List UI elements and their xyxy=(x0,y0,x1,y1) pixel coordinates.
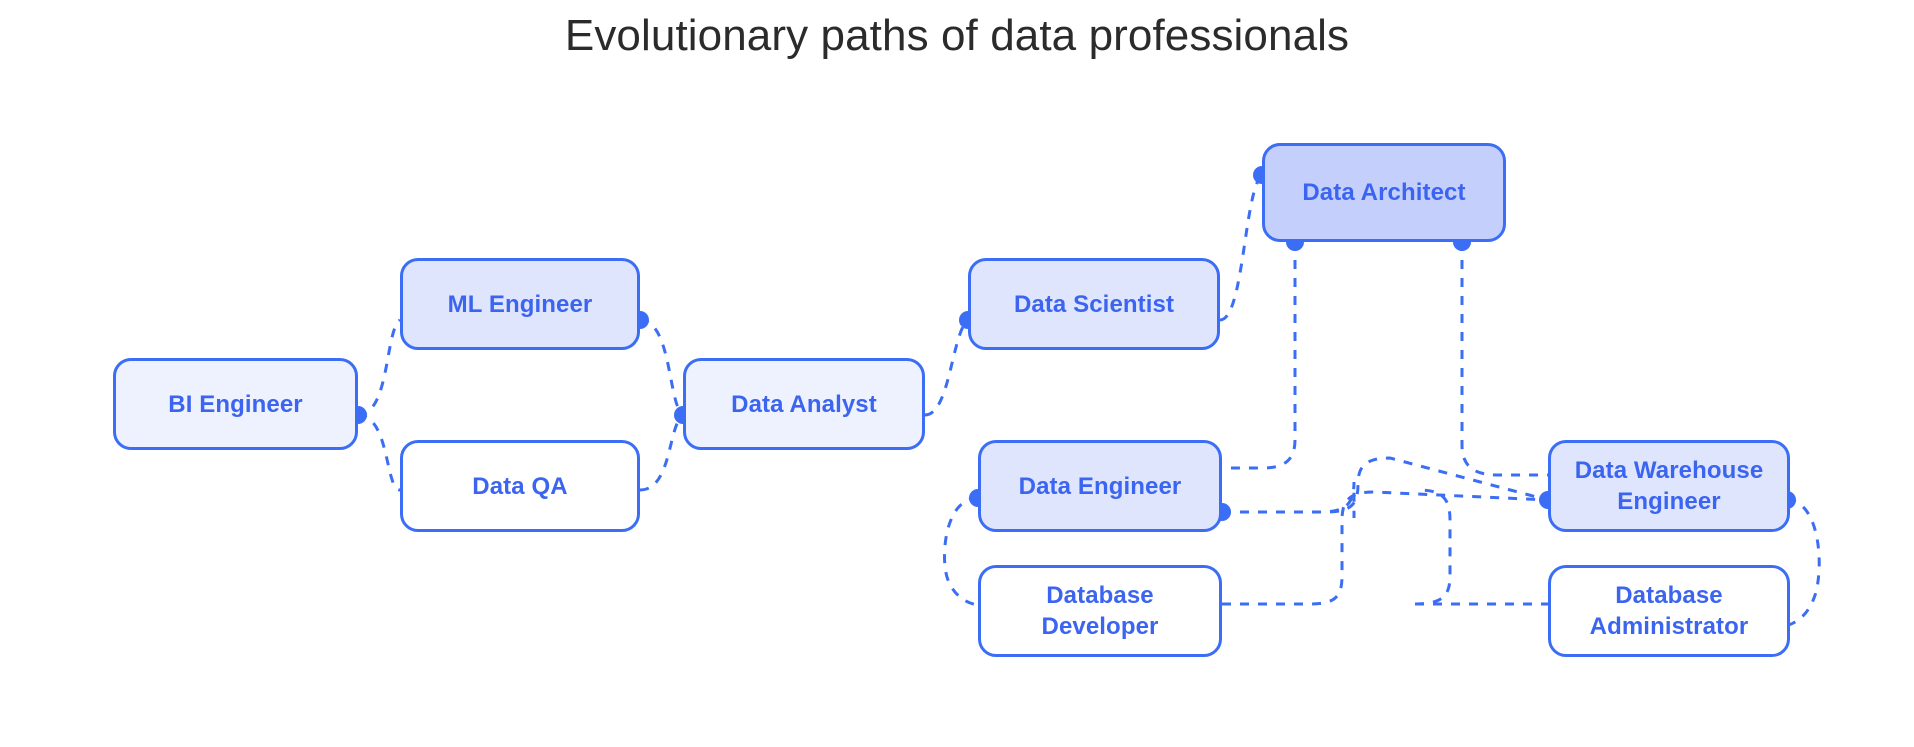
node-data-scientist[interactable]: Data Scientist xyxy=(968,258,1220,350)
edge-data-architect-to-data-engineer xyxy=(1225,242,1297,470)
page-title: Evolutionary paths of data professionals xyxy=(564,11,1350,60)
diagram-canvas: Evolutionary paths of data professionals xyxy=(0,0,1914,747)
node-label: Data QA xyxy=(472,472,568,500)
node-label: Data Warehouse Engineer xyxy=(1574,457,1764,515)
node-label: Data Architect xyxy=(1302,179,1466,206)
edge-ml-engineer-to-data-analyst xyxy=(639,318,685,417)
edge-data-architect-to-data-warehouse-engineer xyxy=(1460,242,1548,477)
edge-data-scientist-to-data-architect xyxy=(1219,173,1264,322)
edge-data-qa-to-data-analyst xyxy=(639,413,685,492)
edge-data-engineer-to-data-warehouse-engineer xyxy=(1222,481,1356,518)
edge-database-developer-to-data-warehouse-engineer xyxy=(1222,490,1549,606)
edge-into-database-administrator-riser xyxy=(1414,488,1452,606)
node-label: Database Administrator xyxy=(1589,582,1749,640)
node-data-warehouse-engineer[interactable]: Data Warehouse Engineer xyxy=(1548,440,1790,532)
node-label: ML Engineer xyxy=(447,290,593,318)
edge-bi-engineer-to-data-qa xyxy=(357,413,401,492)
node-bi-engineer[interactable]: BI Engineer xyxy=(113,358,358,450)
node-database-developer[interactable]: Database Developer xyxy=(978,565,1222,657)
node-label: BI Engineer xyxy=(168,390,303,418)
edge-data-engineer-to-data-warehouse-engineer-2 xyxy=(1222,456,1549,514)
node-database-administrator[interactable]: Database Administrator xyxy=(1548,565,1790,657)
node-data-architect[interactable]: Data Architect xyxy=(1262,143,1506,242)
node-label: Data Scientist xyxy=(1013,290,1175,318)
node-label: Data Analyst xyxy=(731,390,877,418)
node-data-analyst[interactable]: Data Analyst xyxy=(683,358,925,450)
node-data-engineer[interactable]: Data Engineer xyxy=(978,440,1222,532)
node-label: Data Engineer xyxy=(1018,472,1182,500)
edge-bi-engineer-to-ml-engineer xyxy=(357,318,402,417)
node-label: Database Developer xyxy=(1041,582,1159,640)
edge-data-analyst-to-data-scientist xyxy=(924,318,970,417)
node-data-qa[interactable]: Data QA xyxy=(400,440,640,532)
node-ml-engineer[interactable]: ML Engineer xyxy=(400,258,640,350)
